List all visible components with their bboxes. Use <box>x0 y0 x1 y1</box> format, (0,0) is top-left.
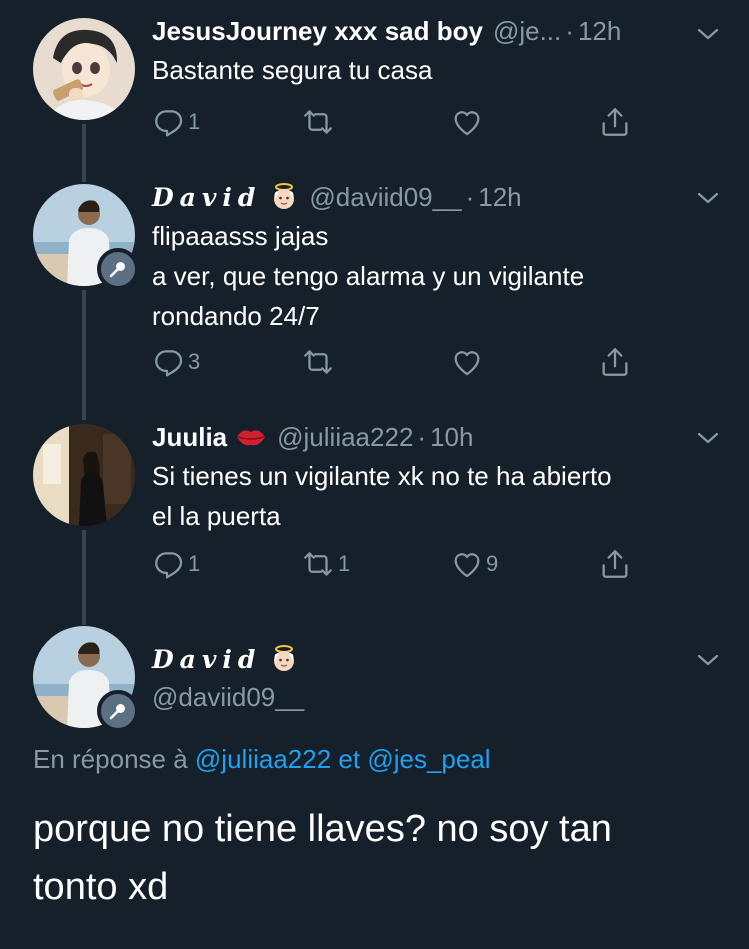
user-handle[interactable]: @daviid09__ <box>309 182 461 213</box>
kiss-lips-emoji <box>237 430 266 446</box>
timestamp[interactable]: 12h <box>578 16 621 47</box>
avatar[interactable] <box>33 424 135 526</box>
chevron-down-icon[interactable] <box>694 650 722 670</box>
tweet-actions: 3 <box>152 342 642 382</box>
text-line: a ver, que tengo alarma y un vigilante <box>152 261 585 291</box>
text-line: el la puerta <box>152 501 281 531</box>
retweet-icon <box>304 110 332 134</box>
reply-icon <box>155 350 183 377</box>
retweet-button[interactable] <box>300 342 338 382</box>
tweet-text: Si tienes un vigilante xk no te ha abier… <box>152 456 732 536</box>
display-name[interactable]: David <box>152 183 261 212</box>
tweet-header: David <box>152 642 299 676</box>
separator-dot: · <box>417 421 427 452</box>
display-name[interactable]: JesusJourney xxx sad boy <box>152 16 483 47</box>
like-button[interactable]: 9 <box>450 544 498 584</box>
main-tweet-text: porque no tiene llaves? no soy tan tonto… <box>33 800 723 916</box>
share-button[interactable] <box>598 342 632 382</box>
display-name[interactable]: David <box>152 645 261 674</box>
retweet-button[interactable]: 1 <box>300 544 350 584</box>
share-icon <box>602 348 628 376</box>
heart-icon <box>454 111 480 136</box>
text-line: rondando 24/7 <box>152 301 320 331</box>
angel-baby-emoji <box>274 645 295 671</box>
reply-count: 3 <box>188 349 201 374</box>
heart-icon <box>454 553 480 578</box>
reply-button[interactable]: 3 <box>152 342 200 382</box>
voice-badge <box>97 248 139 290</box>
display-name[interactable]: Juulia <box>152 422 227 453</box>
avatar[interactable] <box>33 18 135 120</box>
angel-baby-emoji <box>274 183 295 209</box>
reply-prefix: En réponse à <box>33 744 188 774</box>
like-button[interactable] <box>450 342 486 382</box>
tweet-header: Juulia @juliiaa222 · 10h <box>152 420 473 454</box>
thread-line <box>82 290 86 420</box>
thread-line <box>82 530 86 625</box>
thread-line <box>82 124 86 182</box>
share-button[interactable] <box>598 544 632 584</box>
separator-dot: · <box>465 181 475 212</box>
chevron-down-icon[interactable] <box>694 428 722 448</box>
like-count: 9 <box>486 551 499 576</box>
share-button[interactable] <box>598 102 632 142</box>
user-handle[interactable]: @juliiaa222 <box>277 422 413 453</box>
heart-icon <box>454 351 480 376</box>
avatar-image <box>33 18 135 120</box>
reply-connector: et <box>338 744 361 774</box>
like-button[interactable] <box>450 102 486 142</box>
avatar-image <box>33 424 135 526</box>
separator-dot: · <box>565 15 574 46</box>
microphone-icon <box>109 262 125 278</box>
text-line: flipaaasss jajas <box>152 221 329 251</box>
share-icon <box>602 108 628 136</box>
retweet-icon <box>304 552 332 576</box>
tweet-text: Bastante segura tu casa <box>152 55 433 85</box>
reply-button[interactable]: 1 <box>152 102 200 142</box>
tweet-header: JesusJourney xxx sad boy @je... · 12h <box>152 14 621 48</box>
user-handle[interactable]: @je... <box>493 16 561 47</box>
reply-icon <box>155 552 183 579</box>
reply-context: En réponse à @juliiaa222 et @jes_peal <box>33 744 491 775</box>
share-icon <box>602 550 628 578</box>
chevron-down-icon[interactable] <box>694 188 722 208</box>
retweet-button[interactable] <box>300 102 338 142</box>
reply-button[interactable]: 1 <box>152 544 200 584</box>
mention-link[interactable]: @juliiaa222 <box>195 744 331 774</box>
reply-icon <box>155 110 183 137</box>
tweet-text: flipaaasss jajas a ver, que tengo alarma… <box>152 216 732 336</box>
mention-link[interactable]: @jes_peal <box>367 744 490 774</box>
chevron-down-icon[interactable] <box>694 24 722 44</box>
timestamp[interactable]: 10h <box>430 422 473 453</box>
retweet-count: 1 <box>338 551 351 576</box>
reply-count: 1 <box>188 551 201 576</box>
voice-badge <box>97 690 139 732</box>
tweet-header: David @daviid09__ · 12h <box>152 180 522 214</box>
text-line: Si tienes un vigilante xk no te ha abier… <box>152 461 612 491</box>
timestamp[interactable]: 12h <box>478 182 521 213</box>
text-line: tonto xd <box>33 866 169 908</box>
tweet-actions: 1 1 9 <box>152 544 642 584</box>
user-handle[interactable]: @daviid09__ <box>152 682 304 713</box>
microphone-icon <box>109 704 125 720</box>
tweet-header-handle: @daviid09__ <box>152 680 304 714</box>
retweet-icon <box>304 350 332 374</box>
text-line: porque no tiene llaves? no soy tan <box>33 808 612 850</box>
reply-count: 1 <box>188 109 201 134</box>
tweet-actions: 1 <box>152 102 642 142</box>
